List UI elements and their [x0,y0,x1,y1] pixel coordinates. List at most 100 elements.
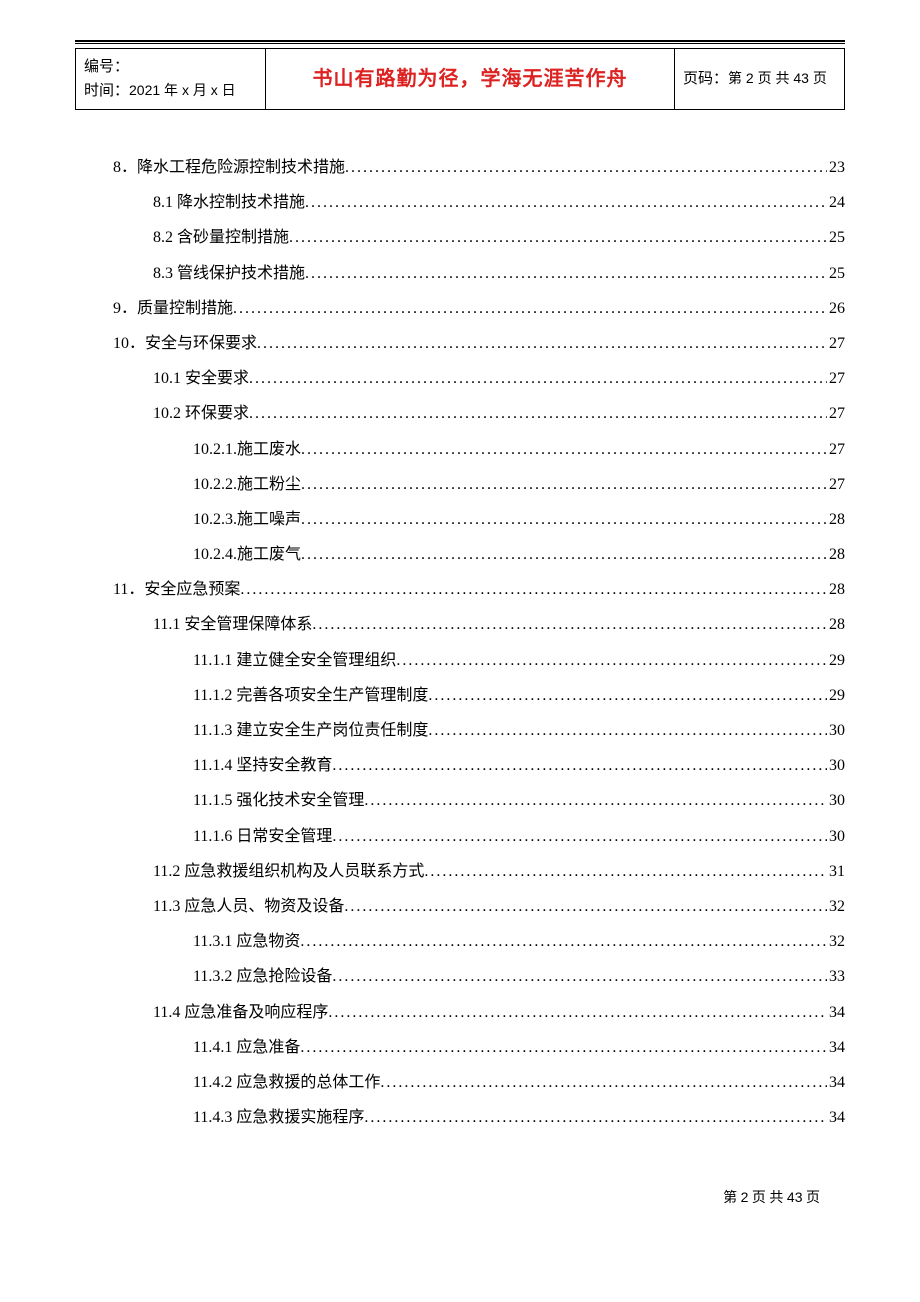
toc-label: 11.3.1 应急物资 [193,924,300,959]
toc-entry[interactable]: 11.3.1 应急物资 32 [75,924,845,959]
toc-entry[interactable]: 10.1 安全要求 27 [75,361,845,396]
toc-page-number: 32 [827,924,845,959]
toc-label: 11.1.6 日常安全管理 [193,819,332,854]
toc-entry[interactable]: 10.2.4.施工废气 28 [75,537,845,572]
toc-label: 10.2 环保要求 [153,396,249,431]
toc-entry[interactable]: 8.2 含砂量控制措施25 [75,220,845,255]
toc-entry[interactable]: 8.3 管线保护技术措施 25 [75,256,845,291]
toc-entry[interactable]: 10.2.1.施工废水 27 [75,432,845,467]
footer-total: 43 [787,1189,803,1205]
toc-label: 11.1.4 坚持安全教育 [193,748,332,783]
toc-label: 11.1.1 建立健全安全管理组织 [193,643,396,678]
toc-label: 11.4.1 应急准备 [193,1030,300,1065]
toc-leader [305,256,827,291]
toc-label: 8.2 含砂量控制措施 [153,220,289,255]
toc-entry[interactable]: 11.1.2 完善各项安全生产管理制度 29 [75,678,845,713]
toc-leader [233,291,827,326]
toc-label: 10.2.4.施工废气 [193,537,301,572]
footer-mid: 页 共 [748,1191,787,1206]
toc-entry[interactable]: 10.2.2.施工粉尘27 [75,467,845,502]
table-of-contents: 8．降水工程危险源控制技术措施238.1 降水控制技术措施248.2 含砂量控制… [75,150,845,1135]
toc-entry[interactable]: 10.2.3.施工噪声28 [75,502,845,537]
toc-page-number: 27 [827,432,845,467]
toc-label: 9．质量控制措施 [113,291,233,326]
toc-label: 11.3 应急人员、物资及设备 [153,889,344,924]
toc-page-number: 28 [827,572,845,607]
header-motto: 书山有路勤为径，学海无涯苦作舟 [266,49,675,110]
toc-page-number: 27 [827,361,845,396]
toc-entry[interactable]: 10．安全与环保要求27 [75,326,845,361]
toc-page-number: 24 [827,185,845,220]
toc-entry[interactable]: 11.3 应急人员、物资及设备 32 [75,889,845,924]
toc-entry[interactable]: 11.1.5 强化技术安全管理 30 [75,783,845,818]
toc-leader [380,1065,827,1100]
toc-leader [428,713,827,748]
toc-leader [332,819,827,854]
toc-label: 10．安全与环保要求 [113,326,257,361]
toc-page-number: 29 [827,678,845,713]
toc-label: 11.4 应急准备及响应程序 [153,995,328,1030]
toc-entry[interactable]: 11.3.2 应急抢险设备 33 [75,959,845,994]
toc-leader [301,467,827,502]
toc-leader [301,432,827,467]
toc-leader [364,1100,827,1135]
toc-entry[interactable]: 11.4 应急准备及响应程序34 [75,995,845,1030]
toc-leader [249,361,827,396]
toc-page-number: 32 [827,889,845,924]
toc-leader [249,396,827,431]
header-left-cell: 编号： 时间：2021 年 x 月 x 日 [76,49,266,110]
toc-page-number: 27 [827,396,845,431]
toc-leader [301,537,827,572]
toc-label: 8．降水工程危险源控制技术措施 [113,150,345,185]
toc-entry[interactable]: 11.2 应急救援组织机构及人员联系方式31 [75,854,845,889]
toc-leader [300,1030,827,1065]
toc-entry[interactable]: 11．安全应急预案 28 [75,572,845,607]
time-label: 时间： [84,83,129,99]
toc-entry[interactable]: 11.4.1 应急准备 34 [75,1030,845,1065]
toc-label: 11.1.5 强化技术安全管理 [193,783,364,818]
toc-label: 8.1 降水控制技术措施 [153,185,305,220]
toc-entry[interactable]: 10.2 环保要求 27 [75,396,845,431]
toc-page-number: 25 [827,256,845,291]
toc-label: 11．安全应急预案 [113,572,240,607]
toc-page-number: 27 [827,467,845,502]
toc-entry[interactable]: 11.4.2 应急救援的总体工作 34 [75,1065,845,1100]
toc-leader [332,748,827,783]
toc-leader [332,959,827,994]
toc-page-number: 33 [827,959,845,994]
toc-entry[interactable]: 8．降水工程危险源控制技术措施23 [75,150,845,185]
toc-page-number: 30 [827,819,845,854]
toc-page-number: 26 [827,291,845,326]
toc-entry[interactable]: 9．质量控制措施 26 [75,291,845,326]
toc-label: 10.2.1.施工废水 [193,432,301,467]
toc-label: 11.1.2 完善各项安全生产管理制度 [193,678,428,713]
toc-page-number: 28 [827,607,845,642]
toc-leader [328,995,827,1030]
toc-leader [345,150,827,185]
toc-leader [240,572,827,607]
toc-page-number: 30 [827,748,845,783]
toc-leader [289,220,827,255]
toc-entry[interactable]: 11.1.4 坚持安全教育 30 [75,748,845,783]
toc-entry[interactable]: 11.1.3 建立安全生产岗位责任制度 30 [75,713,845,748]
toc-page-number: 30 [827,713,845,748]
toc-entry[interactable]: 11.1.1 建立健全安全管理组织 29 [75,643,845,678]
toc-label: 10.1 安全要求 [153,361,249,396]
toc-page-number: 28 [827,537,845,572]
footer-prefix: 第 [723,1191,741,1206]
toc-label: 8.3 管线保护技术措施 [153,256,305,291]
toc-label: 11.4.2 应急救援的总体工作 [193,1065,380,1100]
toc-entry[interactable]: 8.1 降水控制技术措施 24 [75,185,845,220]
toc-entry[interactable]: 11.1.6 日常安全管理 30 [75,819,845,854]
toc-leader [428,678,827,713]
toc-entry[interactable]: 11.4.3 应急救援实施程序 34 [75,1100,845,1135]
toc-entry[interactable]: 11.1 安全管理保障体系28 [75,607,845,642]
toc-label: 10.2.3.施工噪声 [193,502,301,537]
toc-leader [301,502,827,537]
toc-leader [344,889,827,924]
toc-leader [300,924,827,959]
time-value: 2021 年 x 月 x 日 [129,82,236,98]
toc-leader [312,607,827,642]
header-table: 编号： 时间：2021 年 x 月 x 日 书山有路勤为径，学海无涯苦作舟 页码… [75,48,845,110]
page-label-prefix: 页码： [683,71,728,87]
